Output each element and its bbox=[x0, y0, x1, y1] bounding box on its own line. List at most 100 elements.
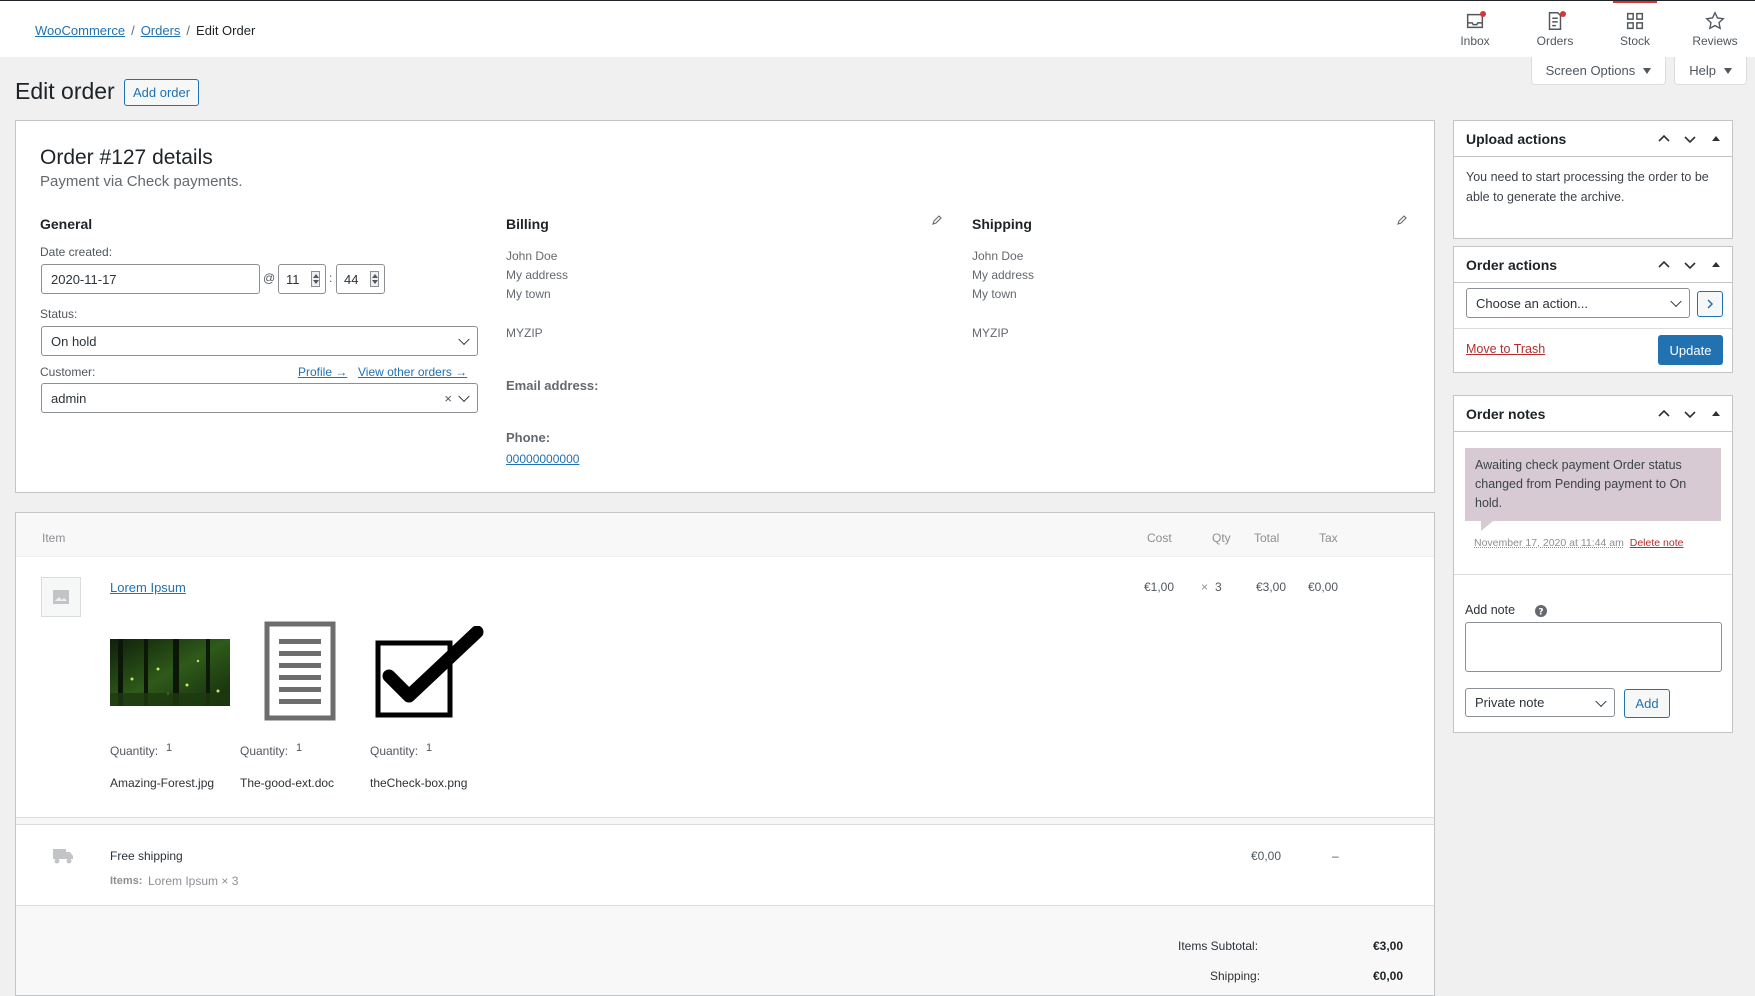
view-other-orders-link[interactable]: View other orders → bbox=[358, 365, 467, 379]
chevron-down-icon bbox=[1595, 695, 1607, 707]
shipping-town: My town bbox=[972, 287, 1017, 301]
stock-icon bbox=[1626, 12, 1644, 30]
add-note-label: Add note bbox=[1465, 603, 1516, 617]
status-select[interactable]: On hold bbox=[41, 326, 478, 356]
hour-stepper-icon[interactable] bbox=[311, 271, 320, 287]
unread-dot bbox=[1560, 11, 1566, 17]
chevron-down-icon[interactable] bbox=[1682, 406, 1698, 422]
upload-actions-header: Upload actions bbox=[1454, 121, 1732, 157]
add-order-button[interactable]: Add order bbox=[124, 79, 200, 106]
order-payment-method: Payment via Check payments. bbox=[40, 173, 243, 190]
forest-image-thumbnail[interactable] bbox=[110, 639, 230, 706]
chevron-down-icon[interactable] bbox=[1682, 131, 1698, 147]
billing-phone-link[interactable]: 00000000000 bbox=[506, 450, 579, 469]
note-type-value: Private note bbox=[1475, 695, 1545, 710]
collapse-triangle-icon[interactable] bbox=[1708, 257, 1724, 273]
chevron-down-icon[interactable] bbox=[1682, 257, 1698, 273]
header-qty[interactable]: Qty bbox=[1212, 531, 1231, 545]
billing-heading: Billing bbox=[506, 216, 549, 232]
nav-reviews-label: Reviews bbox=[1692, 34, 1738, 48]
hour-value: 11 bbox=[286, 271, 300, 287]
screen-options-button[interactable]: Screen Options bbox=[1530, 57, 1667, 85]
shipping-tax: – bbox=[1332, 849, 1339, 863]
caret-down-icon bbox=[1643, 67, 1652, 74]
customer-select[interactable]: admin × bbox=[41, 383, 478, 413]
notes-divider bbox=[1454, 574, 1732, 575]
upload-actions-title: Upload actions bbox=[1466, 130, 1567, 147]
order-actions-box: Order actions Choose an action... Move t… bbox=[1453, 246, 1733, 373]
billing-email-label: Email address: bbox=[506, 378, 599, 393]
header-cost[interactable]: Cost bbox=[1147, 531, 1172, 545]
help-label: Help bbox=[1689, 63, 1716, 78]
nav-stock[interactable]: Stock bbox=[1595, 1, 1675, 58]
billing-name: John Doe bbox=[506, 249, 558, 263]
billing-phone-label: Phone: bbox=[506, 430, 551, 445]
nav-stock-label: Stock bbox=[1619, 34, 1650, 48]
box-controls bbox=[1656, 121, 1724, 157]
customer-value: admin bbox=[51, 390, 87, 406]
edit-billing-icon[interactable] bbox=[931, 214, 943, 226]
minute-stepper-icon[interactable] bbox=[370, 271, 379, 287]
collapse-triangle-icon[interactable] bbox=[1708, 131, 1724, 147]
attachment-1-name: Amazing-Forest.jpg bbox=[110, 776, 215, 790]
clear-icon[interactable]: × bbox=[444, 391, 452, 406]
actions-divider bbox=[1454, 328, 1732, 329]
shipping-name: John Doe bbox=[972, 249, 1024, 263]
items-table-header: Item Cost Qty Total Tax bbox=[16, 513, 1434, 557]
billing-address: My address bbox=[506, 268, 569, 282]
customer-label: Customer: bbox=[40, 365, 96, 379]
truck-icon bbox=[53, 849, 73, 864]
order-data-panel: Order #127 details Payment via Check pay… bbox=[15, 120, 1435, 493]
add-note-button[interactable]: Add bbox=[1624, 689, 1670, 718]
line-item-tax: €0,00 bbox=[1308, 580, 1339, 594]
customer-profile-link[interactable]: Profile → bbox=[298, 365, 347, 379]
breadcrumb-separator: / bbox=[131, 23, 135, 38]
unread-dot bbox=[1480, 11, 1486, 17]
note-type-select[interactable]: Private note bbox=[1465, 688, 1615, 717]
header-tax[interactable]: Tax bbox=[1319, 531, 1338, 545]
update-button[interactable]: Update bbox=[1658, 335, 1723, 365]
upload-actions-box: Upload actions You need to start process… bbox=[1453, 120, 1733, 239]
nav-orders[interactable]: Orders bbox=[1515, 1, 1595, 58]
checkbox-checked-icon[interactable] bbox=[375, 626, 487, 718]
date-created-input[interactable]: 2020-11-17 bbox=[41, 264, 260, 294]
items-subtotal-label: Items Subtotal: bbox=[1178, 939, 1259, 953]
breadcrumb-orders[interactable]: Orders bbox=[141, 23, 181, 38]
add-note-textarea[interactable] bbox=[1465, 622, 1722, 672]
breadcrumb: WooCommerce / Orders / Edit Order bbox=[35, 23, 255, 38]
order-title: Order #127 details bbox=[40, 146, 213, 169]
items-subtotal-value: €3,00 bbox=[1373, 939, 1404, 953]
apply-action-button[interactable] bbox=[1697, 291, 1723, 317]
help-tip-icon[interactable]: ? bbox=[1535, 605, 1547, 617]
help-button[interactable]: Help bbox=[1674, 57, 1747, 85]
header-item[interactable]: Item bbox=[42, 531, 65, 545]
chevron-down-icon bbox=[1670, 295, 1682, 308]
edit-shipping-icon[interactable] bbox=[1396, 214, 1408, 226]
order-action-select[interactable]: Choose an action... bbox=[1466, 288, 1690, 318]
breadcrumb-woocommerce[interactable]: WooCommerce bbox=[35, 23, 125, 38]
box-controls bbox=[1656, 396, 1724, 432]
hour-input[interactable]: 11 bbox=[278, 264, 326, 294]
order-actions-title: Order actions bbox=[1466, 256, 1558, 273]
line-item-total: €3,00 bbox=[1256, 580, 1287, 594]
svg-text:?: ? bbox=[1538, 608, 1543, 618]
chevron-up-icon[interactable] bbox=[1656, 131, 1672, 147]
image-placeholder-icon bbox=[53, 590, 69, 604]
shipping-items-label: Items: bbox=[110, 875, 143, 887]
chevron-up-icon[interactable] bbox=[1656, 257, 1672, 273]
nav-reviews[interactable]: Reviews bbox=[1675, 1, 1755, 58]
attachment-1-qty-label: Quantity: bbox=[110, 744, 159, 758]
status-value: On hold bbox=[51, 333, 97, 349]
document-icon[interactable] bbox=[264, 621, 336, 721]
move-to-trash-link[interactable]: Move to Trash bbox=[1466, 342, 1545, 356]
collapse-triangle-icon[interactable] bbox=[1708, 406, 1724, 422]
line-item-name[interactable]: Lorem Ipsum bbox=[110, 580, 186, 595]
chevron-down-icon bbox=[458, 390, 470, 403]
delete-note-link[interactable]: Delete note bbox=[1630, 537, 1684, 549]
header-total[interactable]: Total bbox=[1254, 531, 1279, 545]
attachment-3-qty-label: Quantity: bbox=[370, 744, 419, 758]
chevron-up-icon[interactable] bbox=[1656, 406, 1672, 422]
minute-input[interactable]: 44 bbox=[336, 264, 385, 294]
line-item-cost: €1,00 bbox=[1144, 580, 1175, 594]
nav-inbox[interactable]: Inbox bbox=[1435, 1, 1515, 58]
